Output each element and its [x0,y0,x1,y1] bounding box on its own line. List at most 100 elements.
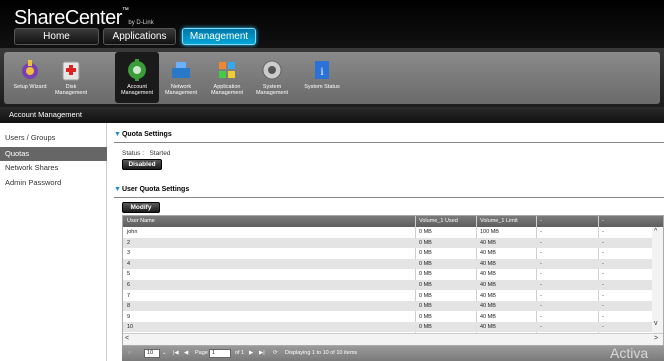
prev-page-icon[interactable]: ◀ [184,350,188,356]
user-quota-heading[interactable]: ▼User Quota Settings [114,186,189,193]
page-number-input[interactable]: 1 [209,349,231,358]
sidebar-item-admin-password[interactable]: Admin Password [0,176,107,190]
refresh-icon[interactable]: ⟳ [273,350,278,356]
table-cell: 40 MB [480,292,496,299]
logo: ShareCenter™ by D-Link [14,7,154,30]
collapse-triangle-icon: ▼ [114,186,121,193]
table-cell: - [602,313,604,320]
toolbar-panel: Setup Wizard Disk Management Account Man… [4,52,660,104]
table-row[interactable]: john 0 MB 100 MB - - [123,227,653,237]
table-cell: 40 MB [480,282,496,288]
tab-applications[interactable]: Applications [103,28,176,45]
table-row[interactable]: 5 0 MB 40 MB - - [123,269,653,279]
column-header-extra1[interactable]: - [540,218,542,224]
page-size-select[interactable]: 10 [144,349,160,358]
quota-table: User Name Volume_1 Used Volume_1 Limit -… [122,215,664,346]
scroll-left-icon[interactable]: < [125,335,129,342]
quota-settings-heading[interactable]: ▼Quota Settings [114,131,172,138]
logo-tm: ™ [121,7,129,14]
disk-icon [62,61,80,81]
application-icon [219,62,235,78]
next-page-icon[interactable]: ▶ [249,350,253,356]
section-bar: Account Management [0,107,664,123]
last-page-icon[interactable]: ▶| [259,350,265,356]
toolbar-label: Setup Wizard [13,84,47,90]
vertical-scrollbar[interactable]: ^ v [652,227,663,333]
first-page-icon[interactable]: |◀ [173,350,179,356]
logo-text: ShareCenter [14,7,122,29]
table-cell: - [540,292,542,299]
column-header-user-name[interactable]: User Name [127,218,155,224]
table-cell: 0 MB [419,250,432,257]
table-cell: - [540,250,542,257]
status-label: Status : [122,150,145,157]
dropdown-icon[interactable]: ⌄ [162,350,167,356]
tab-management[interactable]: Management [182,28,256,45]
header: ShareCenter™by D-Link Home Applications … [0,0,664,48]
table-cell: 4 [127,260,131,267]
watermark: Activa [610,345,649,361]
table-cell: 40 MB [480,313,496,320]
toolbar-setup-wizard[interactable]: Setup Wizard [10,52,50,103]
table-cell: 40 MB [480,239,496,246]
table-cell: - [540,303,542,310]
table-cell: - [540,324,542,331]
toolbar-label: Management [120,90,154,96]
column-header-used[interactable]: Volume_1 Used [419,218,458,224]
table-row[interactable]: 7 0 MB 40 MB - - [123,291,653,301]
disabled-button[interactable]: Disabled [122,159,162,170]
table-cell: - [540,282,542,288]
table-row[interactable]: 9 0 MB 40 MB - - [123,312,653,322]
modify-button[interactable]: Modify [122,202,160,213]
app-window: ShareCenter™by D-Link Home Applications … [0,0,664,361]
table-row[interactable]: 2 0 MB 40 MB - - [123,237,653,248]
table-row[interactable]: 8 0 MB 40 MB - - [123,301,653,312]
sidebar: Users / Groups Quotas Network Shares Adm… [0,123,107,361]
table-cell: 0 MB [419,229,432,235]
sidebar-item-users-groups[interactable]: Users / Groups [0,131,107,145]
table-cell: - [540,260,542,267]
section-title: Account Management [9,110,82,119]
table-cell: 0 MB [419,282,432,288]
network-icon [172,62,190,78]
table-cell: 40 MB [480,260,496,267]
table-cell: john [127,229,138,235]
table-cell: - [602,229,604,235]
sidebar-item-quotas[interactable]: Quotas [0,147,107,161]
table-cell: - [602,292,604,299]
table-row[interactable]: 10 0 MB 40 MB - - [123,322,653,333]
table-cell: 0 MB [419,324,432,331]
toolbar-system-status[interactable]: i System Status [298,52,346,103]
account-icon [128,59,146,81]
table-cell: 40 MB [480,250,496,257]
table-row[interactable]: 40 MB 40 MB - - [123,258,653,269]
toolbar-system-management[interactable]: System Management [250,52,294,103]
table-cell: - [602,303,604,310]
sidebar-item-network-shares[interactable]: Network Shares [0,161,107,175]
toolbar-application-management[interactable]: Application Management [204,52,250,103]
toolbar: Setup Wizard Disk Management Account Man… [0,48,664,107]
page-label: Page [195,350,208,356]
info-icon: i [315,61,329,79]
table-cell: 0 MB [419,313,432,320]
tab-home[interactable]: Home [14,28,99,45]
table-row[interactable]: 6 0 MB 40 MB - - [123,280,653,290]
column-header-extra2[interactable]: - [602,218,604,224]
table-row[interactable]: 3 0 MB 40 MB - - [123,248,653,258]
horizontal-scrollbar[interactable]: < > [123,333,663,345]
toolbar-network-management[interactable]: Network Management [159,52,203,103]
scroll-up-icon[interactable]: ^ [654,228,657,235]
toolbar-disk-management[interactable]: Disk Management [50,52,92,103]
table-cell: 100 MB [480,229,499,235]
pager-refresh-icon[interactable]: ◌ [128,350,131,356]
toolbar-account-management[interactable]: Account Management [115,52,159,103]
table-cell: 7 [127,292,131,299]
system-icon [262,60,282,80]
table-cell: 10 [127,324,134,331]
column-header-limit[interactable]: Volume_1 Limit [480,218,518,224]
divider [114,142,664,143]
scroll-down-icon[interactable]: v [654,320,658,327]
divider [114,197,664,198]
scroll-right-icon[interactable]: > [654,335,658,342]
table-cell: 8 [127,303,131,310]
